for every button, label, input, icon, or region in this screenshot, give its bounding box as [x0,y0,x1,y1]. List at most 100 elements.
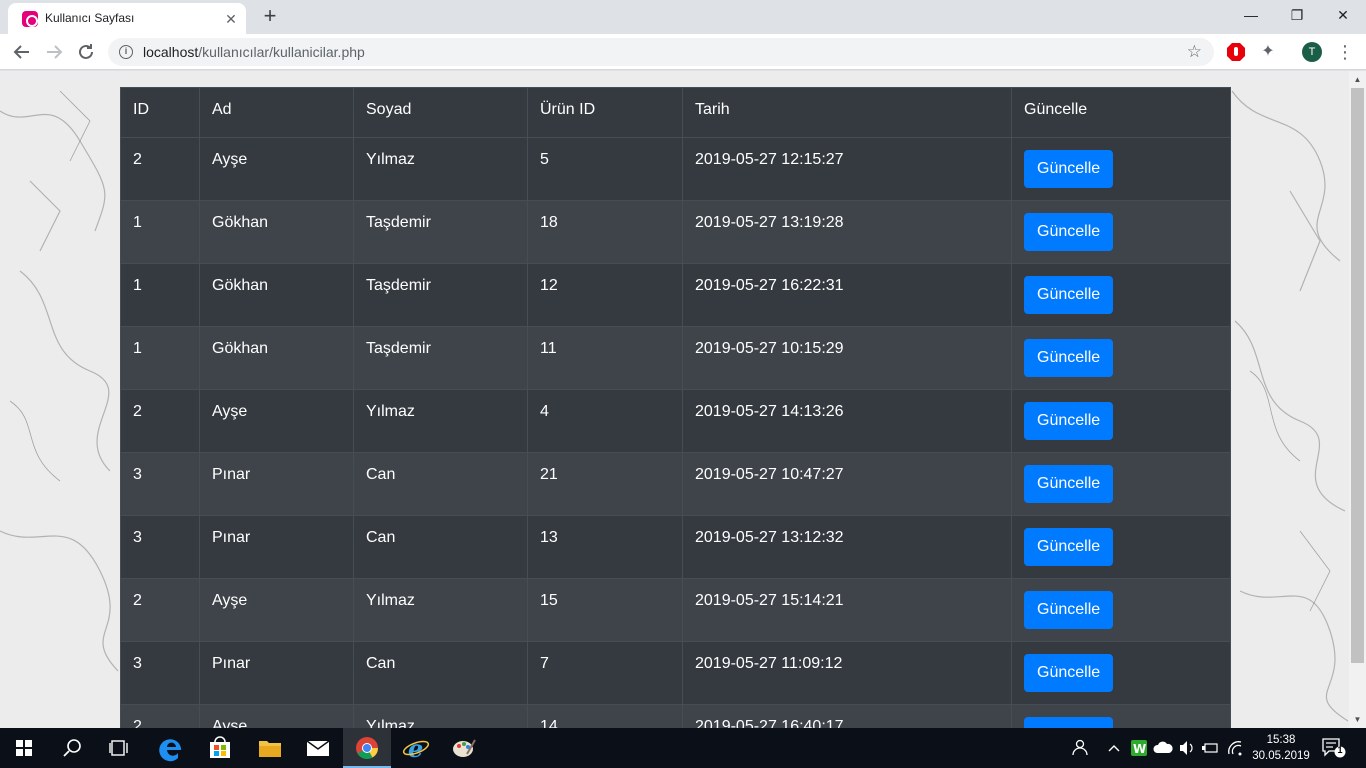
cell-guncelle: Güncelle [1011,641,1231,705]
cell-urun-id: 18 [527,200,683,264]
info-icon[interactable]: i [119,45,133,59]
cell-ad: Gökhan [199,326,354,390]
chrome-icon[interactable] [343,728,391,768]
battery-icon[interactable] [1200,728,1222,768]
table-row: 3 Pınar Can 21 2019-05-27 10:47:27 Günce… [120,452,1231,516]
internet-explorer-icon[interactable]: e [392,728,440,768]
volume-icon[interactable] [1176,728,1198,768]
restore-button[interactable]: ❐ [1274,0,1320,32]
guncelle-button[interactable]: Güncelle [1024,402,1114,440]
reload-icon[interactable] [74,40,98,64]
search-icon[interactable] [48,728,96,768]
guncelle-button[interactable]: Güncelle [1024,339,1114,377]
cell-urun-id: 5 [527,137,683,201]
store-icon[interactable] [196,728,244,768]
scroll-up-arrow-icon[interactable]: ▲ [1349,71,1366,88]
cell-guncelle: Güncelle [1011,704,1231,728]
table-header-row: ID Ad Soyad Ürün ID Tarih Güncelle [120,87,1231,138]
table-row: 3 Pınar Can 13 2019-05-27 13:12:32 Günce… [120,515,1231,579]
wamp-tray-icon[interactable]: W [1128,728,1150,768]
file-explorer-icon[interactable] [246,728,294,768]
cell-tarih: 2019-05-27 15:14:21 [682,578,1012,642]
scroll-down-arrow-icon[interactable]: ▼ [1349,711,1366,728]
guncelle-button[interactable]: Güncelle [1024,465,1114,503]
extension-icon[interactable]: ✦ [1258,42,1278,62]
cell-ad: Pınar [199,515,354,579]
cell-urun-id: 12 [527,263,683,327]
close-window-button[interactable]: ✕ [1320,0,1366,32]
minimize-button[interactable]: — [1228,0,1274,32]
cell-guncelle: Güncelle [1011,515,1231,579]
cell-urun-id: 11 [527,326,683,390]
guncelle-button[interactable]: Güncelle [1024,591,1114,629]
cell-guncelle: Güncelle [1011,578,1231,642]
cell-id: 1 [120,326,200,390]
cell-id: 2 [120,389,200,453]
cell-id: 2 [120,578,200,642]
guncelle-button[interactable]: Güncelle [1024,213,1114,251]
cell-tarih: 2019-05-27 14:13:26 [682,389,1012,453]
windows-start-icon[interactable] [0,728,48,768]
table-row: 2 Ayşe Yılmaz 5 2019-05-27 12:15:27 Günc… [120,137,1231,201]
task-view-icon[interactable] [96,728,144,768]
adblock-icon[interactable] [1226,42,1246,62]
wamp-favicon-icon [22,11,38,27]
svg-text:W: W [1133,742,1146,756]
cell-tarih: 2019-05-27 13:12:32 [682,515,1012,579]
cell-id: 2 [120,137,200,201]
taskbar-clock[interactable]: 15:38 30.05.2019 [1248,732,1314,764]
table-row: 1 Gökhan Taşdemir 11 2019-05-27 10:15:29… [120,326,1231,390]
new-tab-button[interactable]: + [258,5,282,29]
cell-urun-id: 14 [527,704,683,728]
profile-avatar[interactable]: T [1302,42,1322,62]
svg-text:e: e [408,734,423,763]
cell-soyad: Taşdemir [353,263,528,327]
cell-soyad: Taşdemir [353,326,528,390]
table-row: 1 Gökhan Taşdemir 18 2019-05-27 13:19:28… [120,200,1231,264]
table-row: 3 Pınar Can 7 2019-05-27 11:09:12 Güncel… [120,641,1231,705]
mail-icon[interactable] [294,728,342,768]
scroll-thumb[interactable] [1351,88,1364,663]
cell-tarih: 2019-05-27 10:47:27 [682,452,1012,516]
header-urun-id: Ürün ID [527,87,683,138]
cell-soyad: Yılmaz [353,704,528,728]
address-bar[interactable]: i localhost/kullanıcılar/kullanicilar.ph… [108,38,1214,66]
star-icon[interactable]: ☆ [1187,42,1202,62]
back-arrow-icon[interactable] [10,40,34,64]
table-row: 2 Ayşe Yılmaz 4 2019-05-27 14:13:26 Günc… [120,389,1231,453]
cell-urun-id: 21 [527,452,683,516]
page-viewport: ID Ad Soyad Ürün ID Tarih Güncelle 2 Ayş… [0,71,1366,728]
page-scrollbar[interactable]: ▲ ▼ [1349,71,1366,728]
guncelle-button[interactable]: Güncelle [1024,276,1114,314]
header-id: ID [120,87,200,138]
forward-arrow-icon[interactable] [42,40,66,64]
paint-icon[interactable] [440,728,488,768]
onedrive-cloud-icon[interactable] [1152,728,1174,768]
cell-ad: Ayşe [199,704,354,728]
cell-guncelle: Güncelle [1011,137,1231,201]
cell-tarih: 2019-05-27 16:40:17 [682,704,1012,728]
cell-soyad: Can [353,452,528,516]
menu-icon[interactable]: ⋮ [1336,40,1354,64]
guncelle-button[interactable]: Güncelle [1024,654,1114,692]
cell-guncelle: Güncelle [1011,452,1231,516]
notification-count: 1 [1337,745,1343,755]
action-center-icon[interactable]: 1 [1322,738,1346,758]
cell-tarih: 2019-05-27 16:22:31 [682,263,1012,327]
wifi-icon[interactable] [1224,728,1246,768]
windows-taskbar: e W 15:38 30.05.2019 1 [0,728,1366,768]
guncelle-button[interactable]: Güncelle [1024,528,1114,566]
table-row: 2 Ayşe Yılmaz 15 2019-05-27 15:14:21 Gün… [120,578,1231,642]
cell-guncelle: Güncelle [1011,389,1231,453]
url-text: localhost/kullanıcılar/kullanicilar.php [143,44,365,60]
cell-id: 1 [120,263,200,327]
guncelle-button[interactable]: Güncelle [1024,150,1114,188]
tab-kullanici-sayfasi[interactable]: Kullanıcı Sayfası ✕ [8,3,246,34]
edge-icon[interactable] [148,728,196,768]
cell-urun-id: 4 [527,389,683,453]
tab-close-icon[interactable]: ✕ [222,10,240,28]
guncelle-button[interactable]: Güncelle [1024,717,1114,728]
cell-soyad: Can [353,641,528,705]
show-hidden-icons-chevron-icon[interactable] [1104,728,1124,768]
people-icon[interactable] [1068,728,1092,768]
